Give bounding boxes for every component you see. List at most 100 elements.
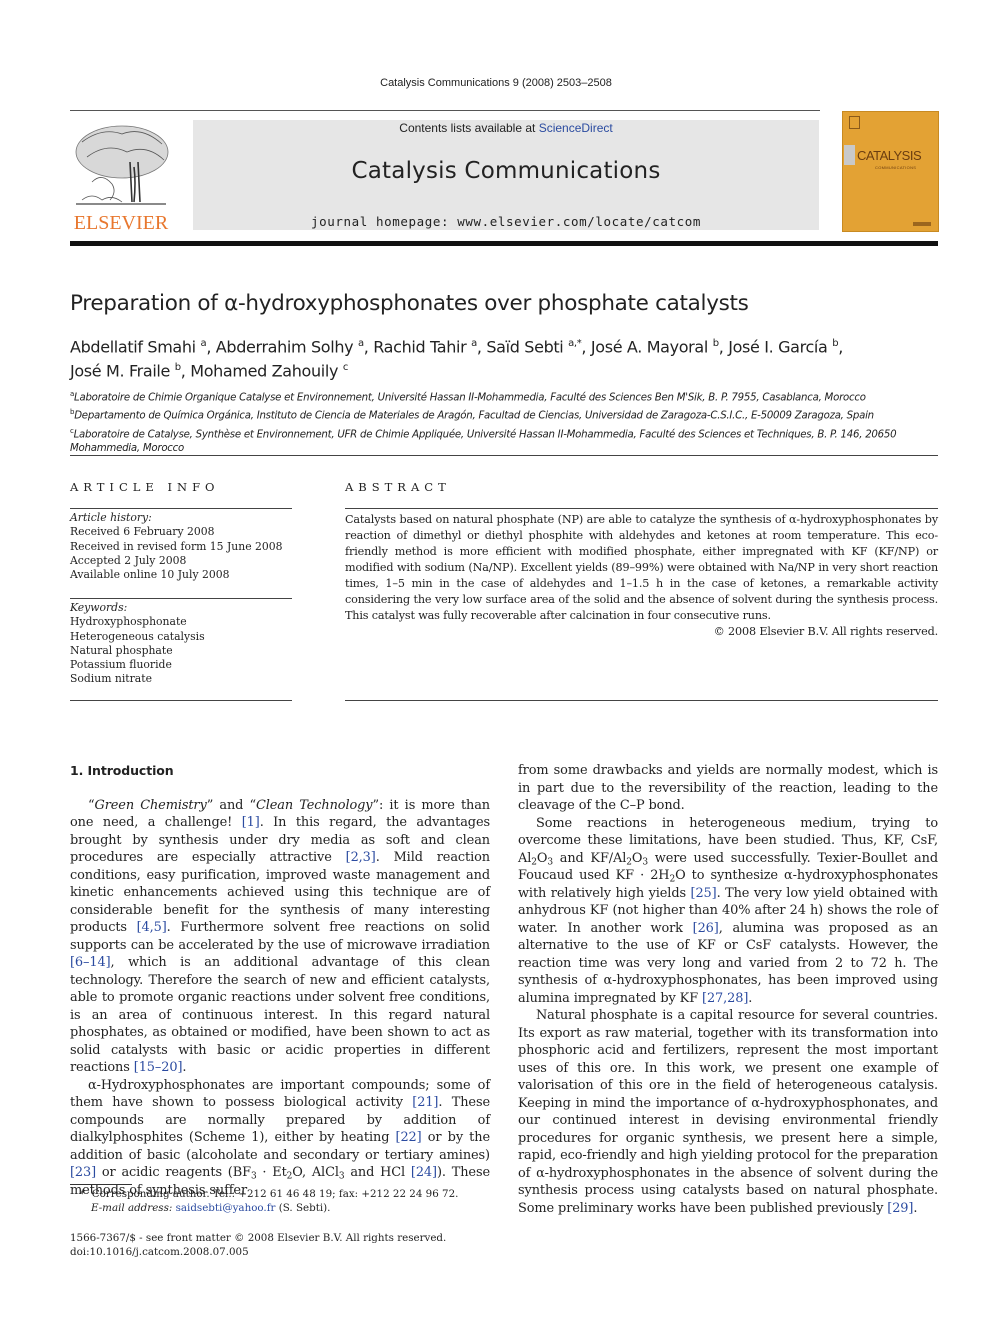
citation-link[interactable]: [24]: [411, 1165, 437, 1180]
header-thick-rule: [70, 241, 938, 246]
cover-subtitle: COMMUNICATIONS: [875, 165, 917, 170]
paragraph: “Green Chemistry” and “Clean Technology”…: [70, 797, 490, 1077]
affiliation-text: Departamento de Química Orgánica, Instit…: [74, 410, 874, 422]
running-head: Catalysis Communications 9 (2008) 2503–2…: [380, 77, 612, 89]
affiliation-text: Laboratoire de Chimie Organique Catalyse…: [74, 392, 866, 404]
paragraph: from some drawbacks and yields are norma…: [518, 763, 938, 813]
email-label: E-mail address:: [91, 1202, 173, 1215]
keyword: Natural phosphate: [70, 643, 173, 657]
author-aff: b: [174, 362, 181, 374]
cover-c-block: [844, 145, 855, 165]
author-aff: a: [471, 338, 477, 349]
author[interactable]: Abdellatif Smahi: [70, 337, 196, 356]
text-run: .: [182, 1060, 187, 1075]
email-link[interactable]: saidsebti@yahoo.fr: [176, 1202, 276, 1214]
author-aff: b: [712, 338, 719, 349]
abstract: Catalysts based on natural phosphate (NP…: [345, 512, 938, 640]
text-run: , which is an additional advantage of th…: [70, 955, 490, 1075]
journal-homepage-link[interactable]: journal homepage: www.elsevier.com/locat…: [193, 214, 819, 229]
citation-link[interactable]: [15–20]: [134, 1060, 183, 1075]
footnote-star: *: [80, 1188, 86, 1200]
issn-line: 1566-7367/$ - see front matter © 2008 El…: [70, 1232, 447, 1244]
affiliations: aLaboratoire de Chimie Organique Catalys…: [70, 387, 940, 456]
keywords: Keywords: Hydroxyphosphonate Heterogeneo…: [70, 601, 292, 687]
text-run: and KF/Al: [552, 850, 627, 866]
article-title: Preparation of α-hydroxyphosphonates ove…: [70, 291, 749, 316]
keyword: Potassium fluoride: [70, 658, 172, 672]
citation-link[interactable]: [27,28]: [702, 991, 748, 1006]
citation-link[interactable]: [26]: [693, 921, 719, 936]
text-run: O, AlCl: [292, 1165, 339, 1180]
cover-footer-mark: [913, 222, 931, 226]
author-aff: a: [200, 338, 207, 349]
cover-elsevier-logo-icon: [849, 116, 860, 129]
article-history: Article history: Received 6 February 200…: [70, 511, 292, 582]
keyword: Heterogeneous catalysis: [70, 629, 205, 643]
author-aff: a,*: [568, 338, 582, 349]
contents-line: Contents lists available at ScienceDirec…: [193, 121, 819, 135]
cover-title: CATALYSIS: [857, 148, 922, 163]
paragraph: Some reactions in heterogeneous medium, …: [518, 815, 938, 1008]
body-left-column: 1. Introduction “Green Chemistry” and “C…: [70, 762, 490, 1199]
affiliation-b: bDepartamento de Química Orgánica, Insti…: [70, 405, 940, 423]
citation-link[interactable]: [1]: [242, 815, 260, 830]
doi[interactable]: doi:10.1016/j.catcom.2008.07.005: [70, 1245, 490, 1259]
emphasis: Clean Technology: [255, 797, 373, 813]
elsevier-wordmark: ELSEVIER: [73, 212, 169, 234]
text-run: .: [748, 990, 753, 1006]
history-item: Received 6 February 2008: [70, 525, 215, 539]
paragraph: α-Hydroxyphosphonates are important comp…: [70, 1077, 490, 1200]
section-heading: 1. Introduction: [70, 763, 174, 778]
article-info-heading: ARTICLE INFO: [70, 480, 220, 494]
citation-link[interactable]: [21]: [412, 1095, 438, 1110]
footnote-rule: [70, 1184, 132, 1185]
author[interactable]: Saïd Sebti: [486, 337, 563, 356]
history-label: Article history:: [70, 511, 152, 524]
citation-link[interactable]: [22]: [396, 1130, 422, 1145]
citation-link[interactable]: [25]: [691, 886, 717, 901]
abstract-text: Catalysts based on natural phosphate (NP…: [345, 513, 938, 622]
text-run: or acidic reagents (BF: [96, 1165, 251, 1180]
citation-link[interactable]: [2,3]: [346, 850, 376, 865]
article-info-rule: [70, 508, 292, 509]
citation-link[interactable]: [4,5]: [137, 920, 167, 935]
text-run: O: [536, 850, 548, 866]
keywords-label: Keywords:: [70, 601, 128, 614]
citation-link[interactable]: [6–14]: [70, 955, 111, 970]
author-aff: c: [342, 362, 349, 374]
abstract-rule: [345, 508, 938, 509]
elsevier-logo[interactable]: ELSEVIER: [70, 120, 172, 234]
history-item: Accepted 2 July 2008: [70, 553, 187, 567]
affiliation-text: Laboratoire de Catalyse, Synthèse et Env…: [70, 429, 897, 455]
citation-link[interactable]: [29]: [887, 1201, 913, 1216]
email-suffix: (S. Sebti).: [275, 1202, 331, 1215]
author[interactable]: Mohamed Zahouily: [190, 362, 338, 381]
history-item: Available online 10 July 2008: [70, 568, 230, 582]
history-item: Received in revised form 15 June 2008: [70, 539, 283, 553]
author[interactable]: José M. Fraile: [70, 362, 170, 381]
author-aff: a: [358, 338, 364, 349]
front-matter: 1566-7367/$ - see front matter © 2008 El…: [70, 1231, 490, 1260]
journal-cover-thumbnail[interactable]: CATALYSIS COMMUNICATIONS: [842, 111, 939, 232]
affiliation-a: aLaboratoire de Chimie Organique Catalys…: [70, 387, 940, 405]
journal-name: Catalysis Communications: [351, 158, 661, 184]
text-run: ” and “: [206, 797, 256, 813]
footnote-contact: Corresponding author. Tel.: +212 61 46 4…: [91, 1188, 459, 1200]
body-right-column: from some drawbacks and yields are norma…: [518, 762, 938, 1217]
author[interactable]: José A. Mayoral: [591, 337, 708, 356]
author[interactable]: José I. García: [728, 337, 828, 356]
affiliation-c: cLaboratoire de Catalyse, Synthèse et En…: [70, 424, 940, 456]
keyword: Sodium nitrate: [70, 672, 152, 686]
sciencedirect-link[interactable]: ScienceDirect: [539, 121, 613, 135]
text-run: · Et: [256, 1165, 287, 1180]
header-top-rule: [70, 110, 820, 111]
author[interactable]: Abderrahim Solhy: [216, 337, 354, 356]
citation-link[interactable]: [23]: [70, 1165, 96, 1180]
abstract-heading: ABSTRACT: [345, 480, 451, 494]
contents-prefix: Contents lists available at: [399, 121, 539, 135]
elsevier-tree-icon: [75, 125, 169, 205]
author[interactable]: Rachid Tahir: [373, 337, 466, 356]
keyword: Hydroxyphosphonate: [70, 615, 187, 629]
article-info-bottom-rule: [70, 700, 292, 701]
paragraph: Natural phosphate is a capital resource …: [518, 1007, 938, 1217]
